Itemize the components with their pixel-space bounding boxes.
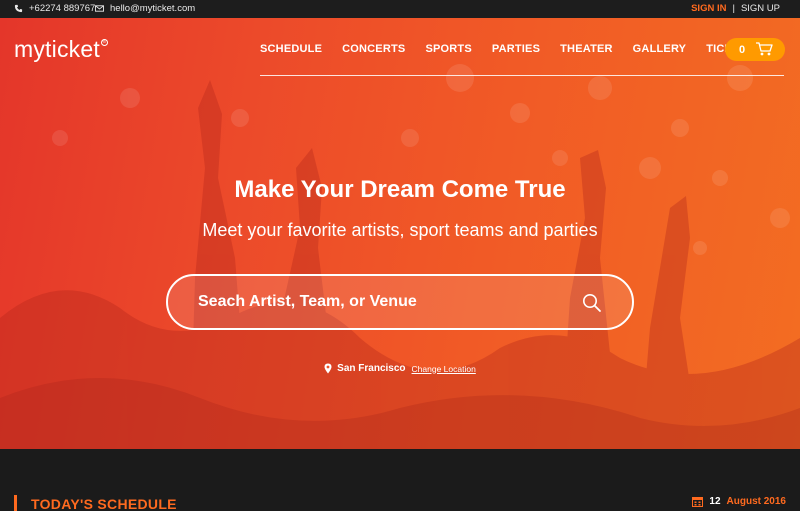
logo-text: myticket [14, 36, 100, 62]
sign-in-link[interactable]: SIGN IN [691, 3, 726, 14]
site-logo[interactable]: myticket ® [14, 36, 108, 63]
top-bar: +62274 889767 hello@myticket.com SIGN IN… [0, 0, 800, 18]
auth-separator: | [732, 3, 735, 14]
registered-mark: ® [100, 39, 108, 46]
nav-divider [260, 75, 784, 76]
map-pin-icon [324, 363, 332, 374]
nav-item-theater[interactable]: THEATER [560, 43, 613, 55]
schedule-section: TODAY'S SCHEDULE 12 August 2016 [0, 449, 800, 511]
nav-item-concerts[interactable]: CONCERTS [342, 43, 405, 55]
contact-email[interactable]: hello@myticket.com [95, 3, 195, 14]
location-row: San Francisco Change Location [0, 363, 800, 374]
phone-icon [14, 4, 23, 13]
contact-phone: +62274 889767 [14, 3, 95, 14]
auth-links: SIGN IN | SIGN UP [691, 3, 780, 14]
phone-number: +62274 889767 [29, 3, 96, 14]
hero-title: Make Your Dream Come True [234, 176, 566, 203]
hero-section: myticket ® SCHEDULE CONCERTS SPORTS PARTI… [0, 18, 800, 449]
change-location-link[interactable]: Change Location [412, 364, 476, 374]
section-accent-bar [14, 495, 17, 511]
search-input[interactable]: Seach Artist, Team, or Venue [198, 293, 417, 311]
sign-up-link[interactable]: SIGN UP [741, 3, 780, 14]
calendar-icon [692, 497, 704, 507]
nav-item-sports[interactable]: SPORTS [425, 43, 471, 55]
cart-button[interactable]: 0 [725, 38, 785, 61]
nav-item-parties[interactable]: PARTIES [492, 43, 540, 55]
search-box[interactable]: Seach Artist, Team, or Venue [166, 274, 634, 330]
nav-item-schedule[interactable]: SCHEDULE [260, 43, 322, 55]
search-icon[interactable] [582, 293, 602, 313]
envelope-icon [95, 5, 104, 12]
cart-count: 0 [739, 43, 746, 56]
section-title: TODAY'S SCHEDULE [31, 496, 177, 511]
hero-subtitle: Meet your favorite artists, sport teams … [202, 220, 598, 240]
cart-icon [756, 42, 773, 56]
current-location: San Francisco [337, 363, 406, 374]
schedule-day: 12 [709, 496, 721, 507]
email-address[interactable]: hello@myticket.com [110, 3, 195, 14]
nav-item-gallery[interactable]: GALLERY [633, 43, 687, 55]
schedule-date: 12 August 2016 [692, 496, 786, 507]
main-nav: SCHEDULE CONCERTS SPORTS PARTIES THEATER… [260, 43, 775, 55]
schedule-month-year: August 2016 [726, 496, 786, 507]
